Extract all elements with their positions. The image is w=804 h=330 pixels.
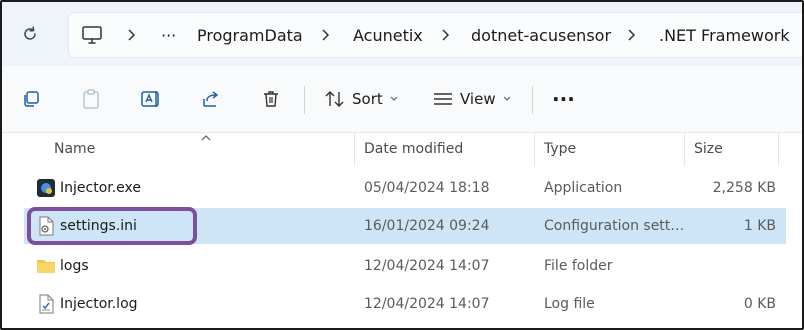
file-date: 12/04/2024 14:07 xyxy=(364,296,490,312)
view-label: View xyxy=(460,90,496,108)
sort-icon xyxy=(325,91,344,107)
explorer-window: ··· ProgramData Acunetix dotnet-acusenso… xyxy=(0,0,804,330)
chevron-down-icon xyxy=(390,96,398,101)
column-header-type[interactable]: Type xyxy=(536,132,686,166)
file-date: 16/01/2024 09:24 xyxy=(364,218,490,234)
column-header-date[interactable]: Date modified xyxy=(356,132,534,166)
rename-icon xyxy=(141,91,159,107)
refresh-icon xyxy=(24,26,36,40)
delete-button[interactable] xyxy=(256,84,286,114)
breadcrumb-net-framework[interactable]: .NET Framework xyxy=(659,13,790,57)
chevron-right-icon[interactable] xyxy=(441,13,451,57)
table-row[interactable]: settings.ini 16/01/2024 09:24 Configurat… xyxy=(24,208,786,244)
breadcrumb-programdata[interactable]: ProgramData xyxy=(197,13,303,57)
address-row: ··· ProgramData Acunetix dotnet-acusenso… xyxy=(2,2,802,66)
view-button[interactable]: View xyxy=(432,84,512,114)
table-row[interactable]: logs 12/04/2024 14:07 File folder xyxy=(24,248,786,284)
refresh-button[interactable] xyxy=(16,20,44,48)
folder-icon xyxy=(37,260,55,273)
paste-button[interactable] xyxy=(76,84,106,114)
chevron-right-icon[interactable] xyxy=(321,13,331,57)
copy-button[interactable] xyxy=(16,84,46,114)
chevron-down-icon xyxy=(503,96,511,101)
file-size: 0 KB xyxy=(743,296,776,312)
command-separator xyxy=(304,86,305,114)
table-row[interactable]: Injector.log 12/04/2024 14:07 Log file 0… xyxy=(24,286,786,322)
file-type: Log file xyxy=(544,296,595,312)
column-divider[interactable] xyxy=(778,132,779,166)
address-bar[interactable]: ··· ProgramData Acunetix dotnet-acusenso… xyxy=(68,12,802,58)
command-bar: Sort View ··· xyxy=(2,66,802,133)
column-header-size[interactable]: Size xyxy=(686,132,776,166)
file-size: 2,258 KB xyxy=(712,180,776,196)
table-row[interactable]: Injector.exe 05/04/2024 18:18 Applicatio… xyxy=(24,170,786,206)
file-name: Injector.exe xyxy=(60,180,142,196)
share-icon xyxy=(203,91,218,107)
log-file-icon xyxy=(39,294,54,314)
file-date: 12/04/2024 14:07 xyxy=(364,258,490,274)
breadcrumb-dotnet-acusensor[interactable]: dotnet-acusensor xyxy=(471,13,611,57)
file-type: File folder xyxy=(544,258,613,274)
view-icon xyxy=(434,93,452,105)
column-header-name[interactable]: Name xyxy=(46,132,346,166)
chevron-right-icon[interactable] xyxy=(627,13,637,57)
breadcrumb-acunetix[interactable]: Acunetix xyxy=(353,13,423,57)
file-name: Injector.log xyxy=(60,296,138,312)
exe-icon xyxy=(37,179,55,197)
copy-icon xyxy=(24,91,39,107)
file-size: 1 KB xyxy=(743,218,776,234)
breadcrumb-more[interactable]: ··· xyxy=(161,13,176,57)
file-type: Application xyxy=(544,180,623,196)
this-pc-icon[interactable] xyxy=(81,25,103,49)
sort-button[interactable]: Sort xyxy=(324,84,399,114)
sort-label: Sort xyxy=(352,90,383,108)
column-divider[interactable] xyxy=(534,132,535,166)
file-name: logs xyxy=(60,258,89,274)
share-button[interactable] xyxy=(196,84,226,114)
file-list: Name Date modified Type Size Injector.ex… xyxy=(24,132,786,328)
chevron-right-icon[interactable] xyxy=(127,13,137,57)
paste-icon xyxy=(83,89,99,109)
more-options-button[interactable]: ··· xyxy=(552,84,575,114)
column-divider[interactable] xyxy=(684,132,685,166)
file-name: settings.ini xyxy=(60,218,137,234)
vertical-scrollbar[interactable] xyxy=(788,132,802,328)
command-separator xyxy=(532,86,533,114)
file-date: 05/04/2024 18:18 xyxy=(364,180,490,196)
trash-icon xyxy=(264,91,278,107)
file-type: Configuration sett… xyxy=(544,218,685,234)
ini-file-icon xyxy=(39,216,54,236)
column-divider[interactable] xyxy=(354,132,355,166)
rename-button[interactable] xyxy=(136,84,166,114)
